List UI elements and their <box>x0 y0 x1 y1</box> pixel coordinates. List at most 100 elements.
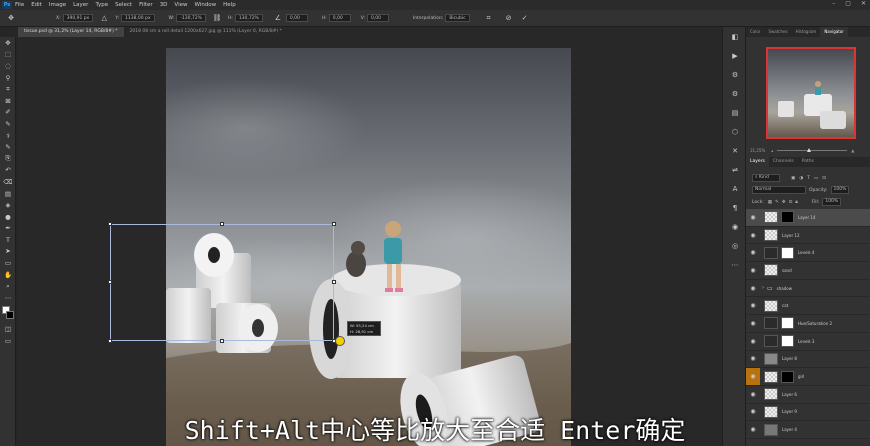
w-input[interactable]: -130,72% <box>176 14 206 22</box>
visibility-eye-icon[interactable]: ◉ <box>746 244 760 261</box>
paragraph-panel-icon[interactable]: ¶ <box>723 198 747 217</box>
hskew-input[interactable]: 0,00 <box>328 14 351 22</box>
commit-transform-icon[interactable]: ✓ <box>520 13 530 23</box>
lock-pixels-icon[interactable]: ▦ <box>768 200 772 205</box>
layer-row[interactable]: ◉ Layer 6 <box>746 386 870 404</box>
blur-tool-icon[interactable]: ◈ <box>0 199 16 211</box>
transform-handle-right[interactable] <box>332 280 336 284</box>
layer-row[interactable]: ◉ Layer 14 <box>746 209 870 227</box>
menu-edit[interactable]: Edit <box>31 2 42 8</box>
fill-input[interactable]: 100% <box>822 198 842 206</box>
swap-panel-icon[interactable]: ⇌ <box>723 160 747 179</box>
crop-tool-icon[interactable]: ⌗ <box>0 83 16 95</box>
layer-row[interactable]: ◉ Levels 4 <box>746 244 870 263</box>
layer-row[interactable]: ◉ sand <box>746 262 870 280</box>
visibility-eye-icon[interactable]: ◉ <box>746 227 760 244</box>
expand-chevron-icon[interactable]: › <box>762 285 764 291</box>
layer-mask-thumbnail[interactable] <box>781 317 794 330</box>
layer-row[interactable]: ◉ Layer 12 <box>746 227 870 245</box>
undo-icon[interactable]: ↶ <box>0 165 16 177</box>
layer-group-row[interactable]: ◉ › ▭ shadow <box>746 280 870 298</box>
marquee-tool-icon[interactable]: ⬚ <box>0 49 16 61</box>
color-swatches[interactable] <box>0 304 15 324</box>
menu-filter[interactable]: Filter <box>139 2 153 8</box>
transform-handle-left[interactable] <box>108 280 112 284</box>
frame-tool-icon[interactable]: ⊠ <box>0 95 16 107</box>
transform-handle-top-left[interactable] <box>108 222 112 226</box>
filter-adjust-icon[interactable]: ◑ <box>799 176 803 181</box>
visibility-eye-icon[interactable]: ◉ <box>746 262 760 279</box>
zoom-out-icon[interactable]: ▴ <box>771 148 773 153</box>
vskew-input[interactable]: 0,00 <box>366 14 389 22</box>
menu-layer[interactable]: Layer <box>73 2 88 8</box>
menu-image[interactable]: Image <box>49 2 66 8</box>
layer-kind-filter[interactable]: ⌕ Kind <box>752 174 780 182</box>
history-panel-icon[interactable]: ◧ <box>723 27 747 46</box>
character-panel-icon[interactable]: A <box>723 179 747 198</box>
menu-3d[interactable]: 3D <box>160 2 168 8</box>
screen-mode-icon[interactable]: ▭ <box>0 335 16 347</box>
h-input[interactable]: 130,72% <box>234 14 263 22</box>
visibility-eye-icon[interactable]: ◉ <box>746 315 760 332</box>
transform-handle-top-right[interactable] <box>332 222 336 226</box>
more-panels-icon[interactable]: ⋯ <box>723 255 747 274</box>
menu-help[interactable]: Help <box>223 2 236 8</box>
quick-mask-icon[interactable]: ◫ <box>0 324 16 336</box>
tab-color[interactable]: Color <box>746 27 764 37</box>
layer-row[interactable]: ◉ Layer 8 <box>746 351 870 369</box>
visibility-eye-icon[interactable]: ◉ <box>746 368 760 386</box>
healing-tool-icon[interactable]: ✎ <box>0 118 16 130</box>
menu-select[interactable]: Select <box>115 2 132 8</box>
layer-row[interactable]: ◉ cat <box>746 297 870 316</box>
tab-channels[interactable]: Channels <box>769 157 798 167</box>
actions-panel-icon[interactable]: ▶ <box>723 46 747 65</box>
move-tool-icon[interactable]: ✥ <box>0 37 16 49</box>
transform-handle-bottom-left[interactable] <box>108 339 112 343</box>
move-tool-preset-icon[interactable]: ✥ <box>6 13 16 23</box>
cancel-transform-icon[interactable]: ⊘ <box>504 13 514 23</box>
lock-artboard-icon[interactable]: ⊡ <box>789 200 793 205</box>
layer-mask-thumbnail[interactable] <box>781 246 794 259</box>
adjustments-panel-icon[interactable]: ⚙ <box>723 65 747 84</box>
menu-view[interactable]: View <box>174 2 187 8</box>
layer-mask-thumbnail[interactable] <box>781 370 794 383</box>
menu-file[interactable]: File <box>15 2 24 8</box>
menu-type[interactable]: Type <box>95 2 108 8</box>
tools-panel-icon[interactable]: ✕ <box>723 141 747 160</box>
delta-icon[interactable]: △ <box>99 13 109 23</box>
minimize-icon[interactable]: – <box>832 0 835 7</box>
free-transform-box[interactable] <box>108 222 336 343</box>
transform-handle-bottom[interactable] <box>220 339 224 343</box>
tab-navigator[interactable]: Navigator <box>820 27 848 37</box>
interpolation-select[interactable]: Bicubic <box>445 14 470 22</box>
path-select-tool-icon[interactable]: ➤ <box>0 246 16 258</box>
visibility-eye-icon[interactable]: ◉ <box>746 209 760 226</box>
y-input[interactable]: 1138,00 px <box>120 14 155 22</box>
visibility-eye-icon[interactable]: ◉ <box>746 280 760 297</box>
lock-all-icon[interactable]: 🔒︎ <box>795 199 797 205</box>
more-tools-icon[interactable]: ⋯ <box>0 292 16 304</box>
blend-mode-select[interactable]: Normal <box>752 186 806 194</box>
layer-row[interactable]: ◉ Levels 3 <box>746 333 870 351</box>
layer-row[interactable]: ◉ Hue/Saturation 2 <box>746 315 870 333</box>
zoom-tool-icon[interactable]: ⌕ <box>0 280 16 292</box>
libraries-panel-icon[interactable]: ▤ <box>723 103 747 122</box>
zoom-slider[interactable] <box>777 147 848 152</box>
lasso-tool-icon[interactable]: ◌ <box>0 60 16 72</box>
pen-tool-icon[interactable]: ✒ <box>0 223 16 235</box>
transform-handle-top[interactable] <box>220 222 224 226</box>
clone-stamp-tool-icon[interactable]: ✎ <box>0 141 16 153</box>
filter-shape-icon[interactable]: ▭ <box>814 176 818 181</box>
background-color-swatch[interactable] <box>6 310 14 319</box>
rectangle-tool-icon[interactable]: ▭ <box>0 257 16 269</box>
gradient-tool-icon[interactable]: ▤ <box>0 188 16 200</box>
eyedropper-tool-icon[interactable]: ✐ <box>0 107 16 119</box>
close-icon[interactable]: ✕ <box>861 0 866 7</box>
history-brush-tool-icon[interactable]: ⎘ <box>0 153 16 165</box>
tab-paths[interactable]: Paths <box>798 157 818 167</box>
tab-roll-detail[interactable]: 2018 08 sm a roll detail 1200x627.jpg @ … <box>124 27 288 37</box>
styles-panel-icon[interactable]: ◉ <box>723 217 747 236</box>
quick-select-tool-icon[interactable]: ⚲ <box>0 72 16 84</box>
filter-smart-icon[interactable]: ⊡ <box>822 176 826 181</box>
maximize-icon[interactable]: ▢ <box>845 0 851 7</box>
